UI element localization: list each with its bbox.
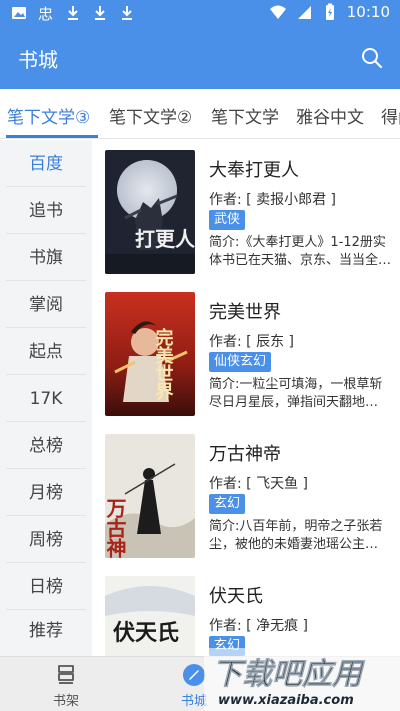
book-title[interactable]: 伏天氏: [209, 582, 263, 608]
book-cover[interactable]: 伏天氏: [105, 576, 195, 656]
genre-tag: 武侠: [209, 210, 246, 230]
app-bar: 书城: [0, 28, 400, 89]
search-icon[interactable]: [360, 46, 384, 70]
watermark-title: 下载吧应用: [212, 657, 366, 692]
status-right-icons: 10:10: [269, 3, 390, 21]
sidebar-item-monthly-rank[interactable]: 月榜: [6, 470, 86, 516]
image-icon: [12, 7, 26, 19]
genre-tag: 玄幻: [209, 494, 246, 514]
svg-text:忠: 忠: [38, 5, 53, 22]
cover-art-futian: 伏天氏: [105, 576, 195, 656]
book-author: 作者: [ 飞天鱼 ]: [209, 476, 308, 492]
cover-title: 万古神帝: [105, 498, 127, 558]
page-title: 书城: [18, 48, 58, 72]
tab-source-5[interactable]: 得阅: [381, 103, 400, 128]
download-icon: [122, 6, 132, 20]
status-bar: 忠 10:10: [0, 0, 400, 28]
sidebar-item-zhangyue[interactable]: 掌阅: [6, 282, 86, 328]
no-sim-icon: [297, 6, 311, 19]
book-card[interactable]: 完美世界 完美世界 作者: [ 辰东 ] 仙侠玄幻 简介:一粒尘可填海，一根草斩…: [92, 282, 400, 424]
battery-icon: [325, 3, 334, 20]
category-sidebar: 百度 追书 书旗 掌阅 起点 17K 总榜 月榜 周榜 日榜 推荐: [0, 140, 92, 656]
tab-source-1[interactable]: 笔下文学③: [7, 103, 90, 128]
bookstore-icon: [183, 664, 205, 686]
download-icon: [68, 6, 78, 20]
sidebar-item-weekly-rank[interactable]: 周榜: [6, 517, 86, 563]
status-time: 10:10: [346, 3, 390, 21]
cover-art-wanmei: 完美世界: [105, 292, 195, 416]
cover-art-wangu: 万古神帝: [105, 434, 195, 558]
nav-label: 书架: [52, 694, 79, 709]
sidebar-item-shuqi[interactable]: 书旗: [6, 235, 86, 281]
book-card[interactable]: 伏天氏 伏天氏 作者: [ 净无痕 ] 玄幻: [92, 566, 400, 656]
tab-source-3[interactable]: 笔下文学: [211, 103, 279, 128]
book-card[interactable]: 万古神帝 万古神帝 作者: [ 飞天鱼 ] 玄幻 简介:八百年前，明帝之子张若尘…: [92, 424, 400, 566]
site-watermark: 下载吧应用 www.xiazaiba.com: [204, 648, 400, 711]
sidebar-item-total-rank[interactable]: 总榜: [6, 423, 86, 469]
app-icon: 忠: [38, 5, 53, 22]
book-author: 作者: [ 辰东 ]: [209, 334, 294, 350]
nav-bookshelf[interactable]: 书架: [16, 657, 116, 711]
book-author: 作者: [ 净无痕 ]: [209, 618, 308, 634]
sidebar-item-daily-rank[interactable]: 日榜: [6, 564, 86, 610]
book-cover[interactable]: 打更人: [105, 150, 195, 274]
book-cover[interactable]: 万古神帝: [105, 434, 195, 558]
tab-source-2[interactable]: 笔下文学②: [109, 103, 192, 128]
cover-title: 伏天氏: [113, 620, 179, 646]
sidebar-item-recommend[interactable]: 推荐: [6, 608, 86, 654]
sidebar-item-baidu[interactable]: 百度: [6, 141, 86, 187]
sidebar-item-qidian[interactable]: 起点: [6, 329, 86, 375]
book-author: 作者: [ 卖报小郎君 ]: [209, 192, 336, 208]
book-title[interactable]: 大奉打更人: [209, 156, 299, 182]
book-description: 简介:《大奉打更人》1-12册实体书已在天猫、京东、当当全…: [209, 235, 392, 268]
book-title[interactable]: 万古神帝: [209, 440, 281, 466]
bookshelf-icon: [58, 665, 74, 684]
genre-tag: 仙侠玄幻: [209, 352, 272, 372]
cover-title: 打更人: [135, 227, 195, 251]
watermark-logo: 下载吧应用 www.xiazaiba.com: [204, 648, 400, 711]
tab-source-4[interactable]: 雅谷中文: [296, 103, 364, 128]
sidebar-item-17k[interactable]: 17K: [6, 376, 86, 422]
status-left-icons: 忠: [10, 4, 136, 22]
cover-title: 完美世界: [153, 327, 174, 401]
source-tabs: 笔下文学③ 笔下文学② 笔下文学 雅谷中文 得阅: [0, 89, 400, 139]
cover-art-dafeng: 打更人: [105, 150, 195, 274]
wifi-icon: [269, 5, 286, 19]
book-cover[interactable]: 完美世界: [105, 292, 195, 416]
active-tab-indicator: [6, 135, 98, 138]
watermark-url: www.xiazaiba.com: [218, 693, 354, 708]
book-description: 简介:八百年前，明帝之子张若尘，被他的未婚妻池瑶公主…: [209, 519, 383, 552]
book-list: 打更人 大奉打更人 作者: [ 卖报小郎君 ] 武侠 简介:《大奉打更人》1-1…: [92, 140, 400, 656]
book-title[interactable]: 完美世界: [209, 298, 281, 324]
download-icon: [95, 6, 105, 20]
book-description: 简介:一粒尘可填海，一根草斩尽日月星辰，弹指间天翻地…: [209, 377, 383, 410]
sidebar-item-zhuishu[interactable]: 追书: [6, 188, 86, 234]
book-card[interactable]: 打更人 大奉打更人 作者: [ 卖报小郎君 ] 武侠 简介:《大奉打更人》1-1…: [92, 140, 400, 282]
